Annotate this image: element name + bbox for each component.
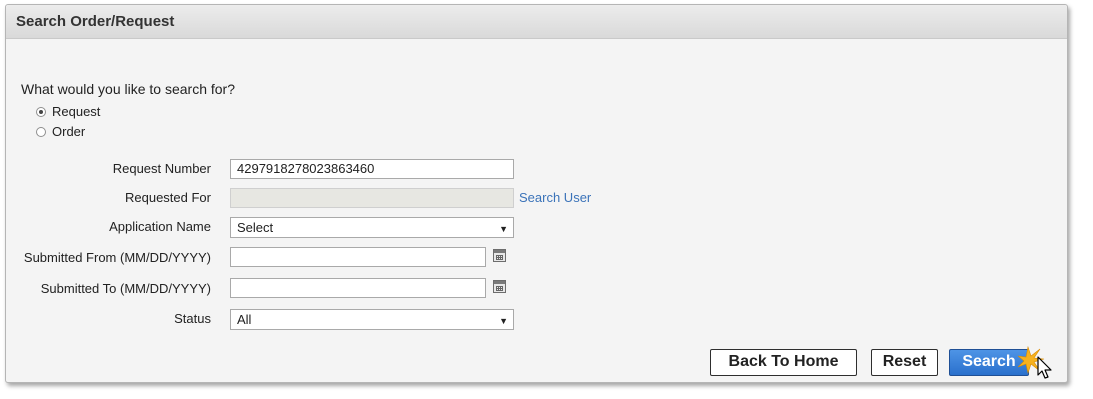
application-name-select[interactable]: Select ▼ <box>230 217 514 238</box>
status-selected: All <box>237 312 252 327</box>
search-user-link[interactable]: Search User <box>519 190 591 205</box>
search-panel: Search Order/Request What would you like… <box>5 4 1068 383</box>
requested-for-label: Requested For <box>125 190 211 205</box>
radio-button-request[interactable] <box>36 106 46 117</box>
calendar-icon-to[interactable] <box>493 280 506 293</box>
radio-option-request[interactable]: Request <box>36 104 100 119</box>
submitted-from-label: Submitted From (MM/DD/YYYY) <box>23 250 211 265</box>
submitted-from-input[interactable] <box>230 247 486 267</box>
click-cursor-icon <box>1018 345 1052 379</box>
back-to-home-button[interactable]: Back To Home <box>710 349 857 376</box>
search-type-question: What would you like to search for? <box>21 81 235 97</box>
dropdown-arrow-icon: ▼ <box>499 224 508 234</box>
requested-for-input <box>230 188 514 208</box>
application-name-selected: Select <box>237 220 274 235</box>
reset-button[interactable]: Reset <box>871 349 938 376</box>
radio-option-order[interactable]: Order <box>36 124 85 139</box>
request-number-input[interactable]: 4297918278023863460 <box>230 159 514 179</box>
status-label: Status <box>174 311 211 326</box>
search-button[interactable]: Search <box>949 349 1029 376</box>
submitted-to-label: Submitted To (MM/DD/YYYY) <box>40 281 211 296</box>
application-name-label: Application Name <box>109 219 211 234</box>
radio-button-order[interactable] <box>36 126 46 137</box>
submitted-to-input[interactable] <box>230 278 486 298</box>
panel-title: Search Order/Request <box>16 13 175 30</box>
radio-label-request: Request <box>52 104 101 119</box>
radio-label-order: Order <box>52 124 86 139</box>
status-select[interactable]: All ▼ <box>230 309 514 330</box>
calendar-icon-from[interactable] <box>493 249 506 262</box>
request-number-label: Request Number <box>112 161 211 176</box>
dropdown-arrow-icon: ▼ <box>499 316 508 326</box>
panel-header: Search Order/Request <box>6 5 1067 39</box>
